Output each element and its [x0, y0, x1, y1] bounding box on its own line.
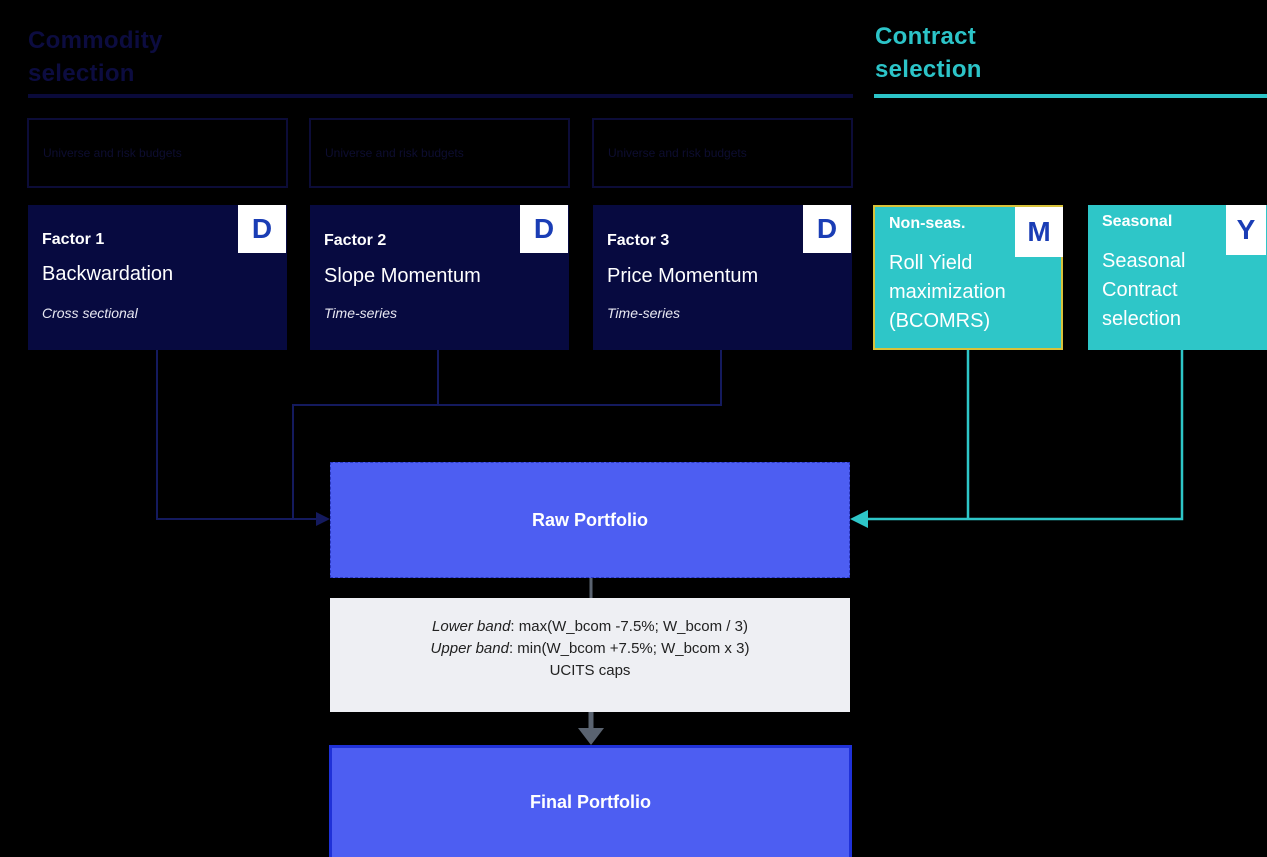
ucits-caps: UCITS caps: [549, 662, 631, 679]
raw-portfolio-label: Raw Portfolio: [532, 509, 648, 530]
contract-card-non-seasonal: Non-seas. Roll Yield maximization (BCOMR…: [873, 205, 1063, 350]
final-arrowhead: [578, 728, 604, 745]
factor-title: Factor 3: [607, 232, 670, 249]
frequency-badge: D: [520, 205, 568, 253]
contract-card-seasonal: Seasonal Seasonal Contract selection Y: [1088, 205, 1267, 350]
upper-band-label: Upper band: [430, 640, 509, 657]
factor-type: Cross sectional: [42, 305, 138, 321]
factor3-connector: [438, 350, 722, 406]
frequency-badge: Y: [1226, 205, 1266, 255]
factor-type: Time-series: [324, 305, 397, 321]
factor-card-price-momentum: Factor 3 Price Momentum Time-series D: [593, 205, 852, 350]
lower-band-formula: : max(W_bcom -7.5%; W_bcom / 3): [510, 618, 748, 635]
factor-name: Slope Momentum: [324, 265, 481, 287]
factor-card-backwardation: Factor 1 Backwardation Cross sectional D: [28, 205, 287, 350]
upper-band-formula: : min(W_bcom +7.5%; W_bcom x 3): [508, 640, 750, 657]
factor-card-slope-momentum: Factor 2 Slope Momentum Time-series D: [310, 205, 569, 350]
final-portfolio-label: Final Portfolio: [530, 792, 651, 812]
seasonal-connector: [866, 350, 1184, 521]
final-portfolio-box: Final Portfolio: [329, 745, 852, 857]
factor-title: Factor 2: [324, 232, 387, 249]
contract-name: Roll Yield maximization (BCOMRS): [889, 252, 1006, 332]
factor1-connector: [156, 350, 320, 520]
connector-lines: [156, 350, 1184, 745]
contract-arrowhead: [850, 510, 868, 528]
factor-arrowhead: [316, 512, 330, 526]
weight-bands-box: Lower band: max(W_bcom -7.5%; W_bcom / 3…: [330, 598, 850, 712]
contract-title: Seasonal: [1102, 213, 1173, 230]
contract-name: Seasonal Contract selection: [1102, 250, 1186, 330]
contract-title: Non-seas.: [889, 215, 966, 232]
frequency-badge: D: [803, 205, 851, 253]
factor-type: Time-series: [607, 305, 680, 321]
factor-title: Factor 1: [42, 231, 105, 248]
frequency-badge: M: [1015, 207, 1063, 257]
raw-portfolio-box: Raw Portfolio: [330, 462, 850, 578]
upper-band-line: Upper band: min(W_bcom +7.5%; W_bcom x 3…: [330, 638, 850, 660]
factor-name: Backwardation: [42, 263, 174, 285]
lower-band-label: Lower band: [432, 618, 511, 635]
frequency-badge: D: [238, 205, 286, 253]
factor-name: Price Momentum: [607, 265, 759, 287]
lower-band-line: Lower band: max(W_bcom -7.5%; W_bcom / 3…: [330, 616, 850, 638]
